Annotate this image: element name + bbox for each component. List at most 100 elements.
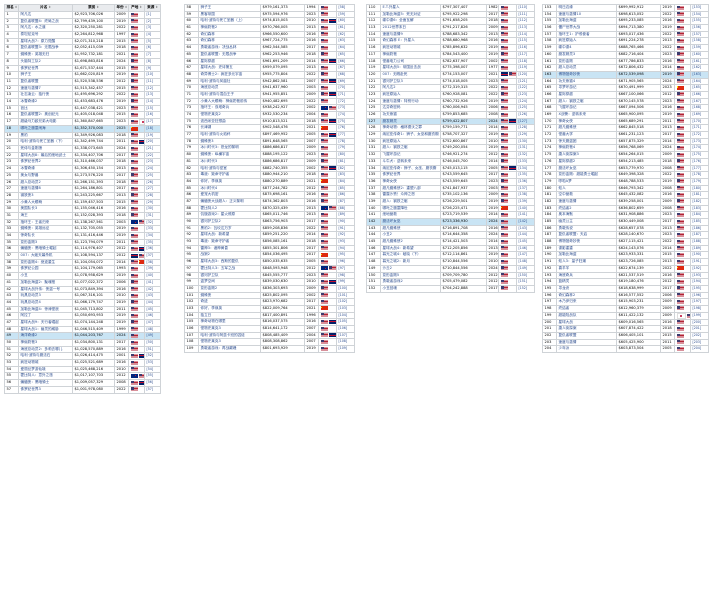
reference-link[interactable]: [13] xyxy=(147,93,154,97)
reference-link[interactable]: [197] xyxy=(693,300,702,304)
reference-link[interactable]: [31] xyxy=(147,213,154,217)
reference-link[interactable]: [42] xyxy=(147,287,154,291)
reference-link[interactable]: [115] xyxy=(519,39,528,43)
film-title-link[interactable]: 冰川时代3：恐龙的黎明 xyxy=(201,146,239,150)
reference-link[interactable]: [95] xyxy=(339,253,346,257)
reference-link[interactable]: [59] xyxy=(339,12,346,16)
film-title-link[interactable]: 蜘蛛侠3 xyxy=(201,139,214,143)
film-title-link[interactable]: 雷霆沙赞！众神之怒 xyxy=(383,193,415,197)
film-title-link[interactable]: 木乃伊归来 xyxy=(559,300,577,304)
reference-link[interactable]: [50] xyxy=(147,340,154,344)
film-title-link[interactable]: 星球大战 xyxy=(559,320,573,324)
reference-link[interactable]: [173] xyxy=(693,139,702,143)
film-title-link[interactable]: 星球大战5：帝国反击战 xyxy=(383,66,421,70)
reference-link[interactable]: [132] xyxy=(519,153,528,157)
reference-link[interactable]: [106] xyxy=(339,326,348,330)
reference-link[interactable]: [176] xyxy=(693,159,702,163)
reference-link[interactable]: [124] xyxy=(519,99,528,103)
film-title-link[interactable]: 阿凡达2 xyxy=(383,86,396,90)
reference-link[interactable]: [90] xyxy=(339,219,346,223)
film-title-link[interactable]: 超能陆战队 xyxy=(559,313,577,317)
reference-link[interactable]: [194] xyxy=(693,280,702,284)
film-title-link[interactable]: 蚁人3：量子狂潮 xyxy=(559,260,586,264)
reference-link[interactable]: [160] xyxy=(693,52,702,56)
film-title-link[interactable]: 勇敢者游戏：再战巅峰 xyxy=(201,347,237,351)
film-title-link[interactable]: X战警：逆转未来 xyxy=(559,112,587,116)
reference-link[interactable]: [189] xyxy=(693,246,702,250)
film-title-link[interactable]: 怪物史莱克3 xyxy=(201,340,221,344)
film-title-link[interactable]: 空中营救 xyxy=(559,193,573,197)
reference-link[interactable]: [74] xyxy=(339,112,346,116)
film-title-link[interactable]: 复仇者联盟4：终局之战 xyxy=(21,19,59,23)
reference-link[interactable]: [144] xyxy=(519,233,528,237)
film-title-link[interactable]: 你好，李焕英 xyxy=(201,306,223,310)
reference-link[interactable]: [129] xyxy=(519,133,528,137)
film-title-link[interactable]: 黑豹2：瓦坎达万岁 xyxy=(201,226,232,230)
film-title-link[interactable]: 变形金刚 xyxy=(559,59,573,63)
reference-link[interactable]: [171] xyxy=(693,126,702,130)
reference-link[interactable]: [21] xyxy=(147,147,154,151)
reference-link[interactable]: [188] xyxy=(693,240,702,244)
reference-link[interactable]: [101] xyxy=(339,293,348,297)
film-title-link[interactable]: 小黄人大眼萌：神偷奶爸前传 xyxy=(201,99,248,103)
film-title-link[interactable]: 哈利·波特与火焰杯 xyxy=(201,133,231,137)
film-title-link[interactable]: 加勒比海盗 xyxy=(559,19,577,23)
film-title-link[interactable]: 战狼2 xyxy=(201,253,210,257)
reference-link[interactable]: [139] xyxy=(519,199,528,203)
film-title-link[interactable]: 终结者2 xyxy=(559,206,572,210)
film-title-link[interactable]: 银河护卫队3 xyxy=(383,79,403,83)
reference-link[interactable]: [128] xyxy=(519,126,528,130)
film-title-link[interactable]: 盗梦空间 xyxy=(201,280,215,284)
film-title-link[interactable]: 怪兽电力公司 xyxy=(383,59,405,63)
film-title-link[interactable]: 蜘蛛侠：英雄远征 xyxy=(21,227,50,231)
film-title-link[interactable]: 奇迹 xyxy=(201,300,208,304)
film-title-link[interactable]: 指环王：双塔奇兵 xyxy=(201,106,230,110)
reference-link[interactable]: [159] xyxy=(693,46,702,50)
reference-link[interactable]: [183] xyxy=(693,206,702,210)
film-title-link[interactable]: 速度与激情 xyxy=(559,340,577,344)
film-title-link[interactable]: 神偷奶爸3 xyxy=(21,340,38,344)
reference-link[interactable]: [79] xyxy=(339,146,346,150)
film-title-link[interactable]: 美国队长3 xyxy=(21,207,38,211)
reference-link[interactable]: [34] xyxy=(147,233,154,237)
reference-link[interactable]: [97] xyxy=(339,266,346,270)
film-title-link[interactable]: 纳尼亚传奇：狮子、女巫、魔衣橱 xyxy=(383,166,437,170)
film-title-link[interactable]: 速度与激情7 xyxy=(21,86,41,90)
reference-link[interactable]: [175] xyxy=(693,153,702,157)
film-title-link[interactable]: 喜羊羊 xyxy=(559,266,570,270)
reference-link[interactable]: [172] xyxy=(693,133,702,137)
film-title-link[interactable]: 超凡蜘蛛侠2 xyxy=(383,240,403,244)
film-title-link[interactable]: 神偷奶爸 xyxy=(383,52,397,56)
film-title-link[interactable]: 奇幻森林2 xyxy=(559,293,576,297)
reference-link[interactable]: [191] xyxy=(693,260,702,264)
film-title-link[interactable]: 哈利·波特与死亡圣器（下） xyxy=(21,140,65,144)
film-title-link[interactable]: 神奇动物在哪里 xyxy=(201,320,226,324)
film-title-link[interactable]: 疯狂原始人 xyxy=(559,39,577,43)
reference-link[interactable]: [11] xyxy=(147,79,154,83)
reference-link[interactable]: [122] xyxy=(519,86,528,90)
film-title-link[interactable]: 哈利·波特与混血王子 xyxy=(201,92,235,96)
reference-link[interactable]: [39] xyxy=(147,267,154,271)
film-title-link[interactable]: 冰雪奇缘 xyxy=(21,167,35,171)
film-title-link[interactable]: 飞屋环游记 xyxy=(383,153,401,157)
film-title-link[interactable]: 哈利·波特与魔法石 xyxy=(21,354,51,358)
reference-link[interactable]: [7] xyxy=(147,53,152,57)
reference-link[interactable]: [196] xyxy=(693,293,702,297)
reference-link[interactable]: [3] xyxy=(147,26,152,30)
film-title-link[interactable]: 哈利·波特与阿兹卡班的囚徒 xyxy=(201,333,245,337)
film-title-link[interactable]: 复仇者联盟：无限战争 xyxy=(201,52,237,56)
reference-link[interactable]: [76] xyxy=(339,126,346,130)
reference-link[interactable]: [143] xyxy=(519,226,528,230)
sort-icon[interactable]: ⇕ xyxy=(125,6,128,10)
film-title-link[interactable]: 超人总动员2 xyxy=(21,180,41,184)
reference-link[interactable]: [5] xyxy=(147,39,152,43)
film-title-link[interactable]: 霍比特人：意外之旅 xyxy=(21,374,53,378)
reference-link[interactable]: [35] xyxy=(147,240,154,244)
film-title-link[interactable]: 加勒比海盗5：死无对证 xyxy=(383,12,421,16)
reference-link[interactable]: [81] xyxy=(339,159,346,163)
reference-link[interactable]: [14] xyxy=(147,99,154,103)
film-title-link[interactable]: 星球大战：史诗第五 xyxy=(201,66,233,70)
reference-link[interactable]: [80] xyxy=(339,153,346,157)
film-title-link[interactable]: 神奇女侠 xyxy=(383,179,397,183)
reference-link[interactable]: [119] xyxy=(519,66,528,70)
